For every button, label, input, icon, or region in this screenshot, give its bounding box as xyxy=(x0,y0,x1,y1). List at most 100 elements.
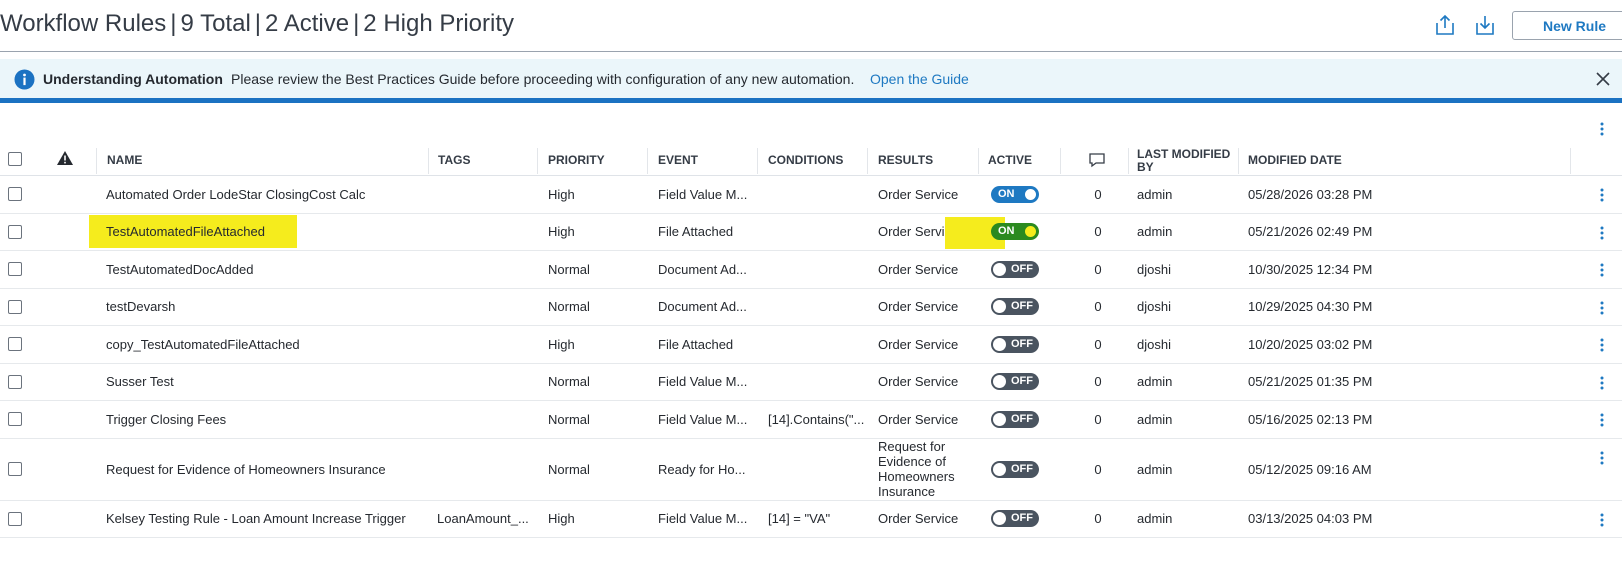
active-cell: OFF xyxy=(991,326,1061,363)
table-row[interactable]: TestAutomatedFileAttached High File Attach… xyxy=(0,214,1622,251)
rule-name[interactable]: Request for Evidence of Homeowners Insur… xyxy=(106,439,424,500)
rule-results: Order Service xyxy=(878,374,959,390)
table-row[interactable]: Trigger Closing Fees Normal Field Value M.… xyxy=(0,401,1622,439)
table-row[interactable]: TestAutomatedDocAdded Normal Document Ad..… xyxy=(0,251,1622,289)
new-rule-button[interactable]: New Rule xyxy=(1512,11,1622,40)
rule-name[interactable]: copy_TestAutomatedFileAttached xyxy=(106,326,424,363)
toggle-knob xyxy=(993,300,1006,314)
table-options-kebab-icon[interactable] xyxy=(1594,120,1610,138)
rule-name[interactable]: Automated Order LodeStar ClosingCost Cal… xyxy=(106,176,424,213)
row-actions-kebab-icon[interactable] xyxy=(1594,449,1610,467)
col-tags-header[interactable]: TAGS xyxy=(438,142,470,176)
toggle-knob xyxy=(993,375,1006,389)
toggle-knob xyxy=(1024,187,1037,201)
table-row[interactable]: Automated Order LodeStar ClosingCost Cal… xyxy=(0,176,1622,214)
header-divider xyxy=(0,51,1622,52)
active-toggle[interactable]: OFF xyxy=(991,410,1039,428)
active-toggle[interactable]: OFF xyxy=(991,373,1039,391)
col-results-header[interactable]: RESULTS xyxy=(878,142,933,176)
col-priority-header[interactable]: PRIORITY xyxy=(548,142,605,176)
import-icon[interactable] xyxy=(1472,12,1498,38)
rule-conditions xyxy=(768,326,864,363)
comment-count: 0 xyxy=(1094,261,1102,277)
col-conditions-header[interactable]: CONDITIONS xyxy=(768,142,843,176)
row-checkbox[interactable] xyxy=(8,299,22,314)
active-toggle[interactable]: OFF xyxy=(991,510,1039,528)
rule-conditions xyxy=(768,439,864,500)
page-title: Workflow Rules | 9 Total | 2 Active | 2 High P… xyxy=(0,10,514,38)
export-icon[interactable] xyxy=(1432,12,1458,38)
col-active-header[interactable]: ACTIVE xyxy=(988,142,1032,176)
col-last-modified-by-header[interactable]: LAST MODIFIED BY xyxy=(1137,142,1237,176)
active-toggle[interactable]: ON xyxy=(991,223,1039,241)
row-checkbox[interactable] xyxy=(8,187,22,202)
row-checkbox[interactable] xyxy=(8,412,22,427)
rule-name[interactable]: Trigger Closing Fees xyxy=(106,401,424,438)
row-actions-kebab-icon[interactable] xyxy=(1594,186,1610,204)
rule-priority: High xyxy=(548,224,575,240)
rule-priority: Normal xyxy=(548,411,590,427)
active-toggle[interactable]: OFF xyxy=(991,460,1039,478)
active-toggle[interactable]: ON xyxy=(991,185,1039,203)
table-row[interactable]: Kelsey Testing Rule - Loan Amount Increa… xyxy=(0,501,1622,538)
close-icon[interactable] xyxy=(1594,70,1612,88)
rule-name[interactable]: TestAutomatedFileAttached xyxy=(106,214,424,251)
col-modified-date-header[interactable]: MODIFIED DATE xyxy=(1248,142,1342,176)
rule-tags xyxy=(437,289,533,326)
table-row[interactable]: Susser Test Normal Field Value M... Order S… xyxy=(0,364,1622,401)
last-modified-by: admin xyxy=(1137,411,1173,427)
rule-conditions xyxy=(768,289,864,326)
title-separator: | xyxy=(353,10,360,37)
row-checkbox[interactable] xyxy=(8,224,22,239)
active-toggle[interactable]: OFF xyxy=(991,298,1039,316)
row-checkbox[interactable] xyxy=(8,511,22,526)
rule-name[interactable]: TestAutomatedDocAdded xyxy=(106,251,424,288)
rule-name[interactable]: Kelsey Testing Rule - Loan Amount Increa… xyxy=(106,501,424,538)
col-name-header[interactable]: NAME xyxy=(107,142,142,176)
rule-tags xyxy=(437,364,533,401)
row-actions-kebab-icon[interactable] xyxy=(1594,336,1610,354)
table-row[interactable]: testDevarsh Normal Document Ad... Order Ser… xyxy=(0,289,1622,326)
rule-name[interactable]: Susser Test xyxy=(106,364,424,401)
column-divider xyxy=(647,148,648,174)
row-actions-kebab-icon[interactable] xyxy=(1594,299,1610,317)
column-divider xyxy=(96,148,97,174)
column-divider xyxy=(867,148,868,174)
modified-date: 05/21/2026 02:49 PM xyxy=(1248,224,1373,240)
row-actions-kebab-icon[interactable] xyxy=(1594,374,1610,392)
rule-priority: Normal xyxy=(548,461,590,477)
row-checkbox[interactable] xyxy=(8,337,22,352)
active-cell: OFF xyxy=(991,251,1061,288)
rule-priority: Normal xyxy=(548,299,590,315)
col-event-header[interactable]: EVENT xyxy=(658,142,698,176)
modified-date: 05/16/2025 02:13 PM xyxy=(1248,411,1373,427)
rule-conditions: [14].Contains("... xyxy=(768,411,864,427)
table-header: NAME TAGS PRIORITY EVENT CONDITIONS RESU… xyxy=(0,142,1622,176)
last-modified-by: admin xyxy=(1137,511,1173,527)
table-row[interactable]: copy_TestAutomatedFileAttached High File A… xyxy=(0,326,1622,364)
rule-name[interactable]: testDevarsh xyxy=(106,289,424,326)
toggle-label: OFF xyxy=(1011,512,1033,525)
column-divider xyxy=(1570,148,1571,174)
comment-count: 0 xyxy=(1094,374,1102,390)
title-text: Workflow Rules xyxy=(0,10,167,37)
active-toggle[interactable]: OFF xyxy=(991,260,1039,278)
table-row[interactable]: Request for Evidence of Homeowners Insur… xyxy=(0,439,1622,501)
column-divider xyxy=(537,148,538,174)
row-actions-kebab-icon[interactable] xyxy=(1594,511,1610,529)
row-checkbox[interactable] xyxy=(8,262,22,277)
row-actions-kebab-icon[interactable] xyxy=(1594,261,1610,279)
row-actions-kebab-icon[interactable] xyxy=(1594,224,1610,242)
modified-date: 10/30/2025 12:34 PM xyxy=(1248,261,1373,277)
comment-count: 0 xyxy=(1094,461,1102,477)
column-divider xyxy=(757,148,758,174)
toggle-knob xyxy=(993,337,1006,351)
active-toggle[interactable]: OFF xyxy=(991,335,1039,353)
active-cell: OFF xyxy=(991,289,1061,326)
row-checkbox[interactable] xyxy=(8,462,22,476)
select-all-checkbox[interactable] xyxy=(8,152,22,166)
open-guide-link[interactable]: Open the Guide xyxy=(870,71,969,87)
active-cell: OFF xyxy=(991,401,1061,438)
row-actions-kebab-icon[interactable] xyxy=(1594,411,1610,429)
row-checkbox[interactable] xyxy=(8,374,22,389)
